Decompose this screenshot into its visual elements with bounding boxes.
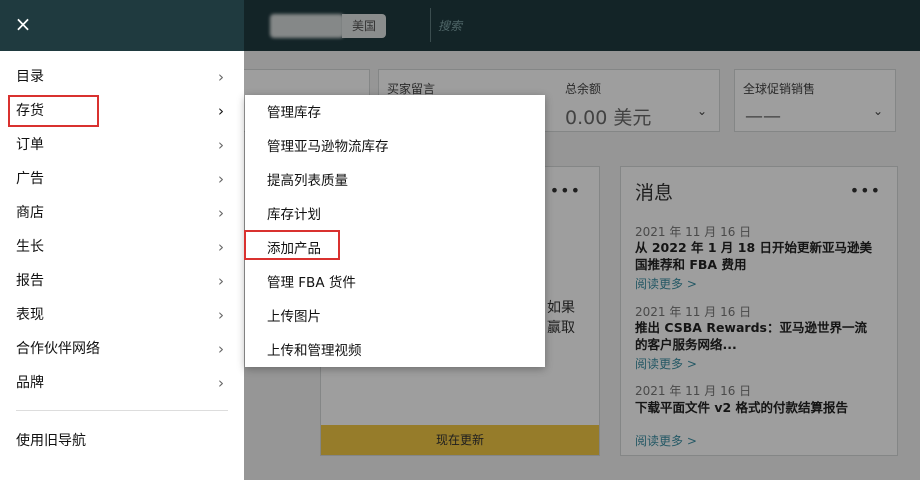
chevron-right-icon: › [218, 102, 224, 120]
chevron-right-icon: › [218, 306, 224, 324]
nav-item-brands[interactable]: 品牌 › [0, 366, 244, 400]
nav-item-growth[interactable]: 生长 › [0, 230, 244, 264]
nav-item-label: 生长 [16, 239, 44, 255]
submenu-item-inventory-planning[interactable]: 库存计划 [245, 198, 545, 232]
nav-item-reports[interactable]: 报告 › [0, 264, 244, 298]
chevron-right-icon: › [218, 136, 224, 154]
submenu-item-upload-manage-videos[interactable]: 上传和管理视频 [245, 334, 545, 368]
submenu-list: 管理库存 管理亚马逊物流库存 提高列表质量 库存计划 添加产品 管理 FBA 货… [245, 95, 545, 368]
inventory-submenu: 管理库存 管理亚马逊物流库存 提高列表质量 库存计划 添加产品 管理 FBA 货… [244, 95, 545, 368]
nav-item-partner-network[interactable]: 合作伙伴网络 › [0, 332, 244, 366]
chevron-right-icon: › [218, 204, 224, 222]
nav-item-label: 表现 [16, 307, 44, 323]
chevron-right-icon: › [218, 68, 224, 86]
nav-item-orders[interactable]: 订单 › [0, 128, 244, 162]
chevron-right-icon: › [218, 238, 224, 256]
navigation-drawer: × 目录 › 存货 › 订单 › 广告 › 商店 › 生长 › 报告 › 表现 … [0, 0, 244, 480]
drawer-header: × [0, 0, 244, 51]
nav-divider [16, 410, 228, 411]
chevron-right-icon: › [218, 170, 224, 188]
nav-item-label: 报告 [16, 273, 44, 289]
chevron-right-icon: › [218, 374, 224, 392]
nav-item-label: 合作伙伴网络 [16, 341, 100, 357]
nav-item-label: 存货 [16, 103, 44, 119]
nav-menu: 目录 › 存货 › 订单 › 广告 › 商店 › 生长 › 报告 › 表现 › [0, 51, 244, 400]
submenu-item-add-products[interactable]: 添加产品 [245, 232, 545, 266]
nav-item-label: 品牌 [16, 375, 44, 391]
chevron-right-icon: › [218, 272, 224, 290]
nav-item-label: 目录 [16, 69, 44, 85]
use-legacy-navigation-link[interactable]: 使用旧导航 [0, 424, 244, 458]
nav-item-catalog[interactable]: 目录 › [0, 60, 244, 94]
nav-item-label: 商店 [16, 205, 44, 221]
submenu-item-improve-listing-quality[interactable]: 提高列表质量 [245, 164, 545, 198]
nav-item-label: 广告 [16, 171, 44, 187]
nav-item-advertising[interactable]: 广告 › [0, 162, 244, 196]
chevron-right-icon: › [218, 340, 224, 358]
submenu-item-manage-inventory[interactable]: 管理库存 [245, 96, 545, 130]
submenu-item-upload-images[interactable]: 上传图片 [245, 300, 545, 334]
submenu-item-manage-fba-inventory[interactable]: 管理亚马逊物流库存 [245, 130, 545, 164]
nav-item-stores[interactable]: 商店 › [0, 196, 244, 230]
nav-item-label: 订单 [16, 137, 44, 153]
close-icon[interactable]: × [11, 12, 35, 36]
submenu-item-manage-fba-shipments[interactable]: 管理 FBA 货件 [245, 266, 545, 300]
nav-item-inventory[interactable]: 存货 › [0, 94, 244, 128]
nav-item-performance[interactable]: 表现 › [0, 298, 244, 332]
